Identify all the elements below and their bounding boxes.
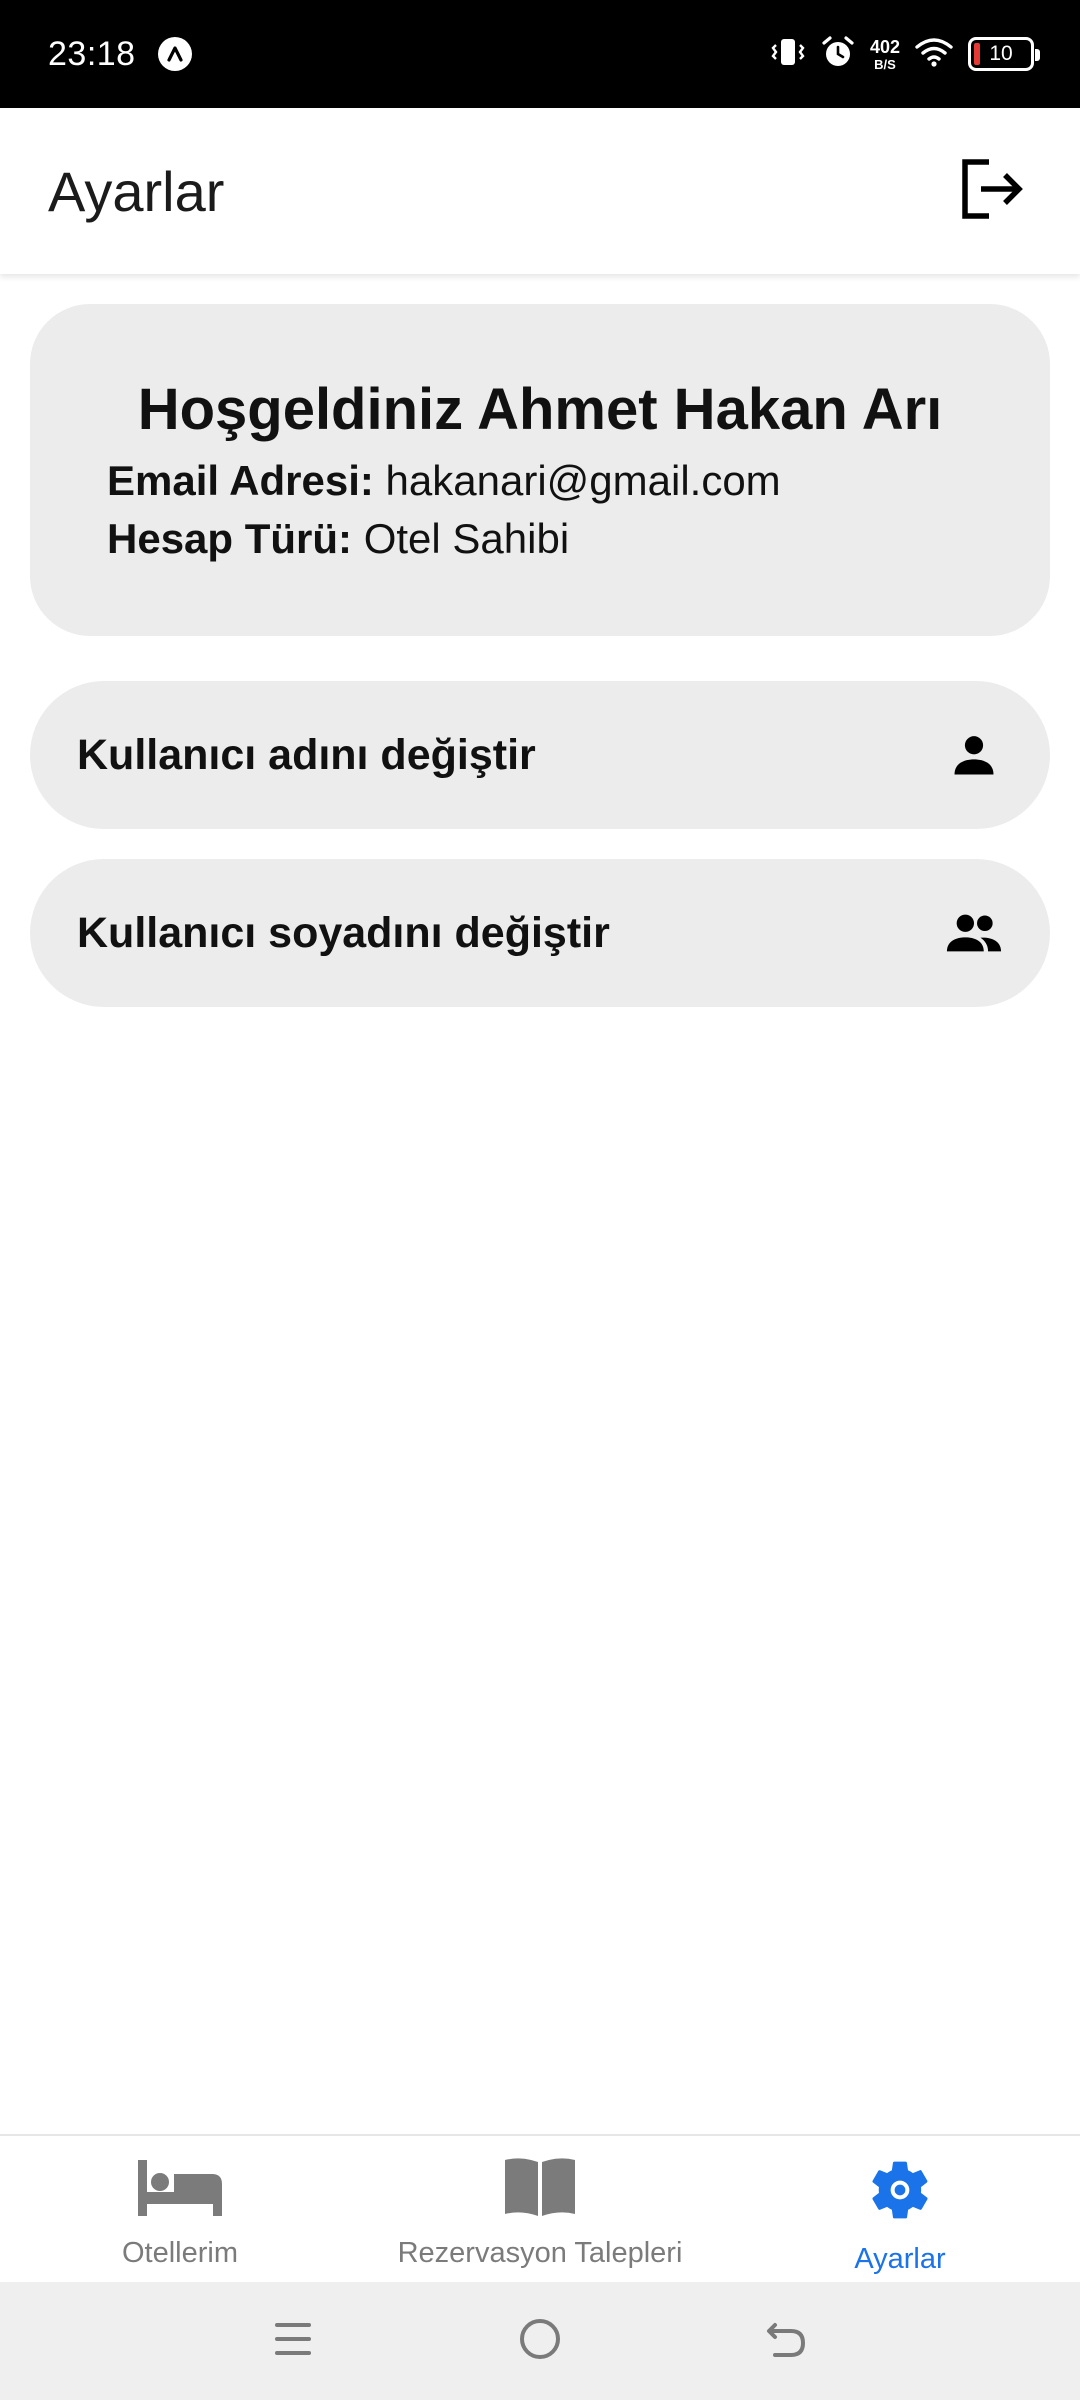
change-last-name-button[interactable]: Kullanıcı soyadını değiştir [30, 859, 1050, 1007]
change-first-name-button[interactable]: Kullanıcı adını değiştir [30, 681, 1050, 829]
alarm-icon [820, 34, 856, 75]
battery-percentage: 10 [989, 42, 1013, 65]
network-speed-unit: B/S [874, 56, 896, 72]
settings-icon [866, 2156, 934, 2229]
network-speed: 402 B/S [870, 38, 900, 71]
change-first-name-label: Kullanıcı adını değiştir [77, 730, 536, 779]
back-button[interactable] [757, 2311, 817, 2371]
app-bar: Ayarlar [0, 108, 1080, 274]
wifi-icon [914, 36, 954, 73]
account-type-row: Hesap Türü: Otel Sahibi [107, 515, 1050, 563]
tab-ayarlar-label: Ayarlar [854, 2243, 946, 2275]
recents-button[interactable] [263, 2311, 323, 2371]
people-icon [942, 901, 1006, 965]
email-label: Email Adresi: [107, 457, 374, 504]
status-bar: 23:18 402 B/S 10 [0, 0, 1080, 108]
tab-otellerim[interactable]: Otellerim [0, 2136, 360, 2282]
page-title: Ayarlar [48, 159, 225, 223]
account-type-label: Hesap Türü: [107, 515, 353, 562]
vibrate-icon [770, 35, 806, 74]
change-last-name-label: Kullanıcı soyadını değiştir [77, 908, 610, 957]
home-icon [516, 2315, 564, 2368]
tab-ayarlar[interactable]: Ayarlar [720, 2136, 1080, 2282]
status-left: 23:18 [48, 35, 192, 74]
system-navigation-bar [0, 2282, 1080, 2400]
email-value: hakanari@gmail.com [373, 457, 781, 504]
app-notification-icon [157, 37, 192, 71]
home-button[interactable] [510, 2311, 570, 2371]
book-icon [503, 2156, 577, 2223]
back-icon [763, 2315, 811, 2368]
tab-rezervasyon-talepleri[interactable]: Rezervasyon Talepleri [360, 2136, 720, 2282]
status-time: 23:18 [48, 34, 136, 73]
account-type-value: Otel Sahibi [352, 515, 570, 562]
menu-icon [271, 2317, 315, 2366]
person-icon [942, 723, 1006, 787]
welcome-title: Hoşgeldiniz Ahmet Hakan Arı [137, 377, 943, 442]
tab-otellerim-label: Otellerim [121, 2237, 238, 2269]
battery-icon: 10 [968, 37, 1040, 71]
battery-level [974, 43, 980, 65]
network-speed-value: 402 [869, 36, 900, 57]
welcome-card: Hoşgeldiniz Ahmet Hakan Arı Email Adresi… [30, 304, 1050, 636]
logout-button[interactable] [952, 151, 1032, 231]
bed-icon [136, 2156, 224, 2223]
bottom-navigation: Otellerim Rezervasyon Talepleri Ayarlar [0, 2134, 1080, 2282]
status-right: 402 B/S 10 [770, 34, 1040, 75]
email-row: Email Adresi: hakanari@gmail.com [107, 457, 1050, 505]
tab-rezervasyon-talepleri-label: Rezervasyon Talepleri [397, 2237, 683, 2269]
logout-icon [959, 158, 1025, 225]
